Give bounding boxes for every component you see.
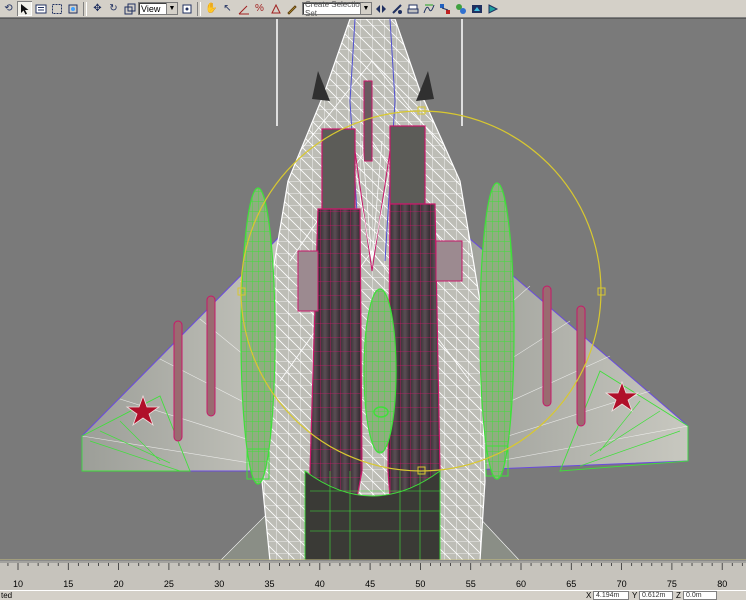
timeline-tick-label: 55 [466, 579, 476, 589]
named-selection-sets-dropdown[interactable]: Create Selection Set ▼ [302, 0, 372, 18]
pivot-point-center-icon[interactable] [179, 1, 194, 16]
timeline-tick-label: 20 [114, 579, 124, 589]
x-coord-field[interactable]: 4.194m [593, 591, 629, 600]
edit-named-selection-icon[interactable] [284, 1, 299, 16]
layer-manager-icon[interactable] [405, 1, 420, 16]
timeline-tick-label: 50 [415, 579, 425, 589]
spinner-snap-icon[interactable] [268, 1, 283, 16]
undo-icon[interactable]: ⟲ [1, 1, 16, 16]
timeline-tick-label: 80 [717, 579, 727, 589]
curve-editor-icon[interactable] [421, 1, 436, 16]
aircraft-wireframe-model [0, 19, 746, 561]
select-and-manipulate-icon[interactable]: ✋ [204, 1, 219, 16]
y-coord-label: Y [632, 591, 638, 600]
timeline-tick-label: 30 [214, 579, 224, 589]
timeline-tick-label: 10 [13, 579, 23, 589]
timeline-tick-label: 70 [617, 579, 627, 589]
timeline-tick-label: 40 [315, 579, 325, 589]
schematic-view-icon[interactable] [437, 1, 452, 16]
material-editor-icon[interactable] [453, 1, 468, 16]
percent-snap-icon[interactable]: % [252, 1, 267, 16]
window-crossing-icon[interactable] [65, 1, 80, 16]
timeline-tick-label: 60 [516, 579, 526, 589]
prompt-text: ted [1, 591, 13, 600]
mirror-icon[interactable] [373, 1, 388, 16]
angle-snap-icon[interactable] [236, 1, 251, 16]
x-coord-label: X [586, 591, 592, 600]
move-icon[interactable]: ✥ [90, 1, 105, 16]
reference-coordinate-label: View [141, 3, 161, 14]
z-coord-label: Z [676, 591, 681, 600]
toolbar-separator [197, 1, 201, 16]
status-bar: ted X 4.194m Y 0.612m Z 0.0m [0, 590, 746, 600]
time-slider-trackbar[interactable]: 10 15 20 25 30 35 40 45 50 55 60 65 70 75 80 [0, 560, 746, 590]
scale-icon[interactable] [122, 1, 137, 16]
select-object-icon[interactable] [17, 1, 32, 16]
3d-editor-window: ⟲ ✥ ↻ View ▼ ✋ ↖ % Create Selection Set … [0, 0, 746, 600]
perspective-viewport[interactable] [0, 18, 746, 561]
select-by-name-icon[interactable] [33, 1, 48, 16]
chevron-down-icon: ▼ [360, 3, 371, 14]
y-coord-field[interactable]: 0.612m [639, 591, 673, 600]
reference-coordinate-system-dropdown[interactable]: View ▼ [138, 2, 178, 15]
render-scene-icon[interactable] [469, 1, 484, 16]
right-fuel-tank [479, 182, 515, 480]
timeline-tick-label: 45 [365, 579, 375, 589]
center-fuel-tank [363, 288, 397, 454]
timeline-tick-label: 25 [164, 579, 174, 589]
rotate-icon[interactable]: ↻ [106, 1, 121, 16]
timeline-ruler: 10 15 20 25 30 35 40 45 50 55 60 65 70 75 80 [0, 561, 746, 589]
quick-render-icon[interactable] [485, 1, 500, 16]
main-toolbar: ⟲ ✥ ↻ View ▼ ✋ ↖ % Create Selection Set … [0, 0, 746, 18]
fuselage [261, 19, 486, 561]
timeline-tick-label: 35 [264, 579, 274, 589]
timeline-tick-label: 75 [667, 579, 677, 589]
timeline-tick-label: 15 [63, 579, 73, 589]
toolbar-separator [83, 1, 87, 16]
chevron-down-icon: ▼ [166, 3, 177, 14]
z-coord-field[interactable]: 0.0m [683, 591, 717, 600]
rectangle-region-icon[interactable] [49, 1, 64, 16]
align-icon[interactable] [389, 1, 404, 16]
timeline-tick-label: 65 [566, 579, 576, 589]
snap-toggle-icon[interactable]: ↖ [220, 1, 235, 16]
